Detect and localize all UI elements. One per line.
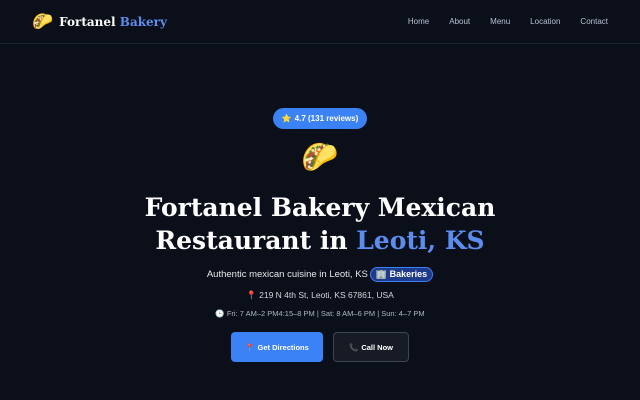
address-text: 219 N 4th St, Leoti, KS 67861, USA [259,290,394,300]
nav-link-about[interactable]: About [449,17,470,26]
brand-name-primary: Fortanel [59,14,116,29]
pin-icon: 📍 [246,290,257,300]
taco-icon: 🌮 [301,141,339,174]
nav-link-contact[interactable]: Contact [580,17,608,26]
page-title: Fortanel Bakery Mexican Restaurant in Le… [70,191,570,257]
nav-link-home[interactable]: Home [408,17,429,26]
tagline: Authentic mexican cuisine in Leoti, KS 🏢… [206,267,434,282]
hours-text: Fri: 7 AM–2 PM4:15–8 PM | Sat: 8 AM–6 PM… [226,309,425,318]
get-directions-label: Get Directions [257,342,309,352]
rating-text: 4.7 (131 reviews) [294,114,359,123]
taco-icon: 🌮 [32,12,54,31]
page-title-location: Leoti, KS [356,226,485,255]
phone-icon: 📞 [348,342,359,352]
top-nav: 🌮 Fortanel Bakery Home About Menu Locati… [0,0,640,44]
nav-link-menu[interactable]: Menu [490,17,510,26]
building-icon: 🏢 [375,269,388,279]
nav-link-location[interactable]: Location [530,17,560,26]
call-now-label: Call Now [361,342,393,352]
opening-hours: 🕒 Fri: 7 AM–2 PM4:15–8 PM | Sat: 8 AM–6 … [215,309,424,318]
cta-group: 📍 Get Directions 📞 Call Now [231,332,409,362]
category-badge: 🏢 Bakeries [369,267,434,282]
get-directions-button[interactable]: 📍 Get Directions [231,332,323,362]
clock-icon: 🕒 [215,309,225,318]
address: 📍 219 N 4th St, Leoti, KS 67861, USA [246,290,394,301]
brand-logo[interactable]: 🌮 Fortanel Bakery [32,13,167,30]
brand-name: Fortanel Bakery [59,15,167,29]
pin-icon: 📍 [245,342,255,352]
star-icon: ⭐ [281,114,292,123]
call-now-button[interactable]: 📞 Call Now [333,332,409,362]
category-label: Bakeries [389,269,428,279]
tagline-text: Authentic mexican cuisine in Leoti, KS [206,269,368,280]
rating-badge: ⭐ 4.7 (131 reviews) [272,108,368,129]
brand-name-accent: Bakery [119,14,167,29]
hero-section: ⭐ 4.7 (131 reviews) 🌮 Fortanel Bakery Me… [0,108,640,362]
nav-links: Home About Menu Location Contact [408,17,608,26]
